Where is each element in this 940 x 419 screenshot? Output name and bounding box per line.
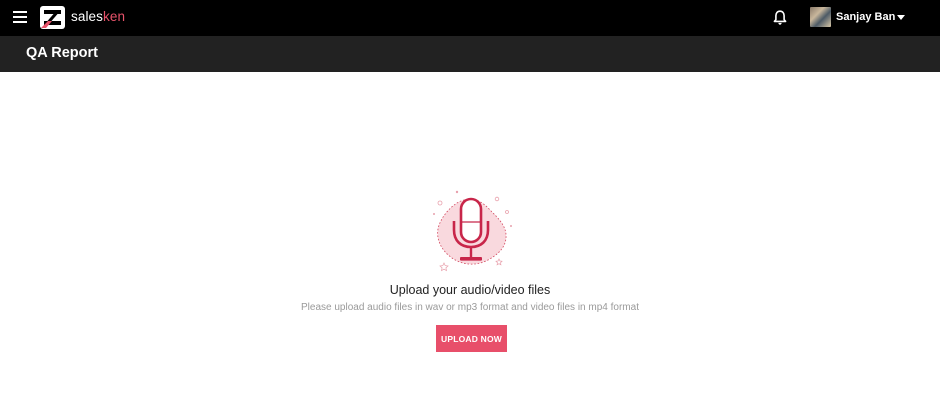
page-title: QA Report xyxy=(26,45,98,61)
page-header: QA Report xyxy=(0,36,940,72)
user-name[interactable]: Sanjay Ban xyxy=(836,11,895,23)
hamburger-menu-icon[interactable] xyxy=(13,11,27,23)
microphone-icon xyxy=(433,190,512,272)
brand-name-part2: ken xyxy=(103,9,126,24)
salesken-logo-icon xyxy=(40,6,65,29)
user-avatar[interactable] xyxy=(810,7,831,27)
upload-description: Please upload audio files in wav or mp3 … xyxy=(301,302,639,313)
upload-now-button[interactable]: UPLOAD NOW xyxy=(436,325,507,352)
top-navbar: salesken Sanjay Ban xyxy=(0,0,940,36)
brand-wordmark: salesken xyxy=(71,9,125,24)
brand-name-part1: sales xyxy=(71,9,104,24)
upload-title: Upload your audio/video files xyxy=(389,283,551,297)
caret-down-icon[interactable] xyxy=(897,15,905,20)
bell-icon[interactable] xyxy=(773,10,787,26)
